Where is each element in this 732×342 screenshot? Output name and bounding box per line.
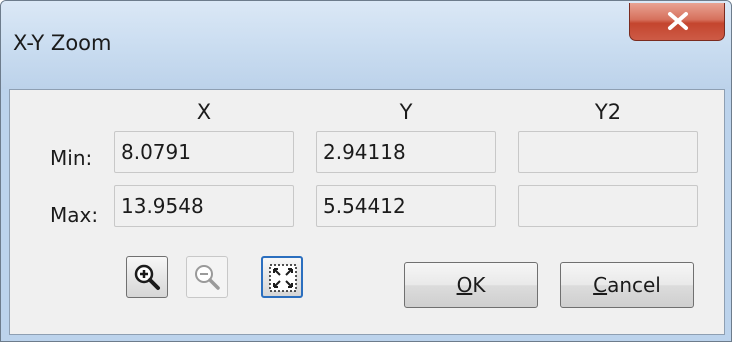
min-y2-field[interactable]: [518, 131, 698, 173]
column-header-x: X: [196, 100, 212, 124]
column-header-y: Y: [399, 100, 413, 124]
title-bar: X-Y Zoom: [1, 1, 731, 89]
min-label: Min:: [50, 146, 93, 170]
min-x-field[interactable]: [114, 131, 294, 173]
zoom-out-icon: [195, 265, 220, 290]
cancel-button-mnemonic: C: [593, 273, 608, 297]
cancel-button[interactable]: Cancel: [560, 262, 694, 308]
max-y2-field[interactable]: [518, 185, 698, 227]
zoom-dialog: X-Y Zoom X Y Y2 Min: Max:: [0, 0, 732, 342]
zoom-fit-icon: [269, 264, 297, 292]
ok-button[interactable]: OK: [404, 262, 538, 308]
zoom-fit-button[interactable]: [261, 256, 303, 298]
ok-button-mnemonic: O: [456, 273, 473, 297]
cancel-button-label: Cancel: [593, 263, 661, 307]
zoom-in-button[interactable]: [126, 256, 168, 298]
column-header-y2: Y2: [594, 100, 622, 124]
close-button[interactable]: [629, 3, 725, 41]
dialog-client-area: X Y Y2 Min: Max:: [9, 89, 725, 335]
cancel-button-label-rest: ancel: [607, 273, 661, 297]
zoom-in-icon: [134, 264, 160, 290]
max-x-field[interactable]: [114, 185, 294, 227]
max-label: Max:: [50, 203, 99, 227]
min-y-field[interactable]: [316, 131, 496, 173]
ok-button-label: OK: [457, 263, 486, 307]
window-title: X-Y Zoom: [13, 31, 112, 55]
max-y-field[interactable]: [316, 185, 496, 227]
close-icon: [668, 12, 688, 30]
ok-button-label-rest: K: [472, 273, 486, 297]
zoom-out-button[interactable]: [186, 256, 228, 298]
